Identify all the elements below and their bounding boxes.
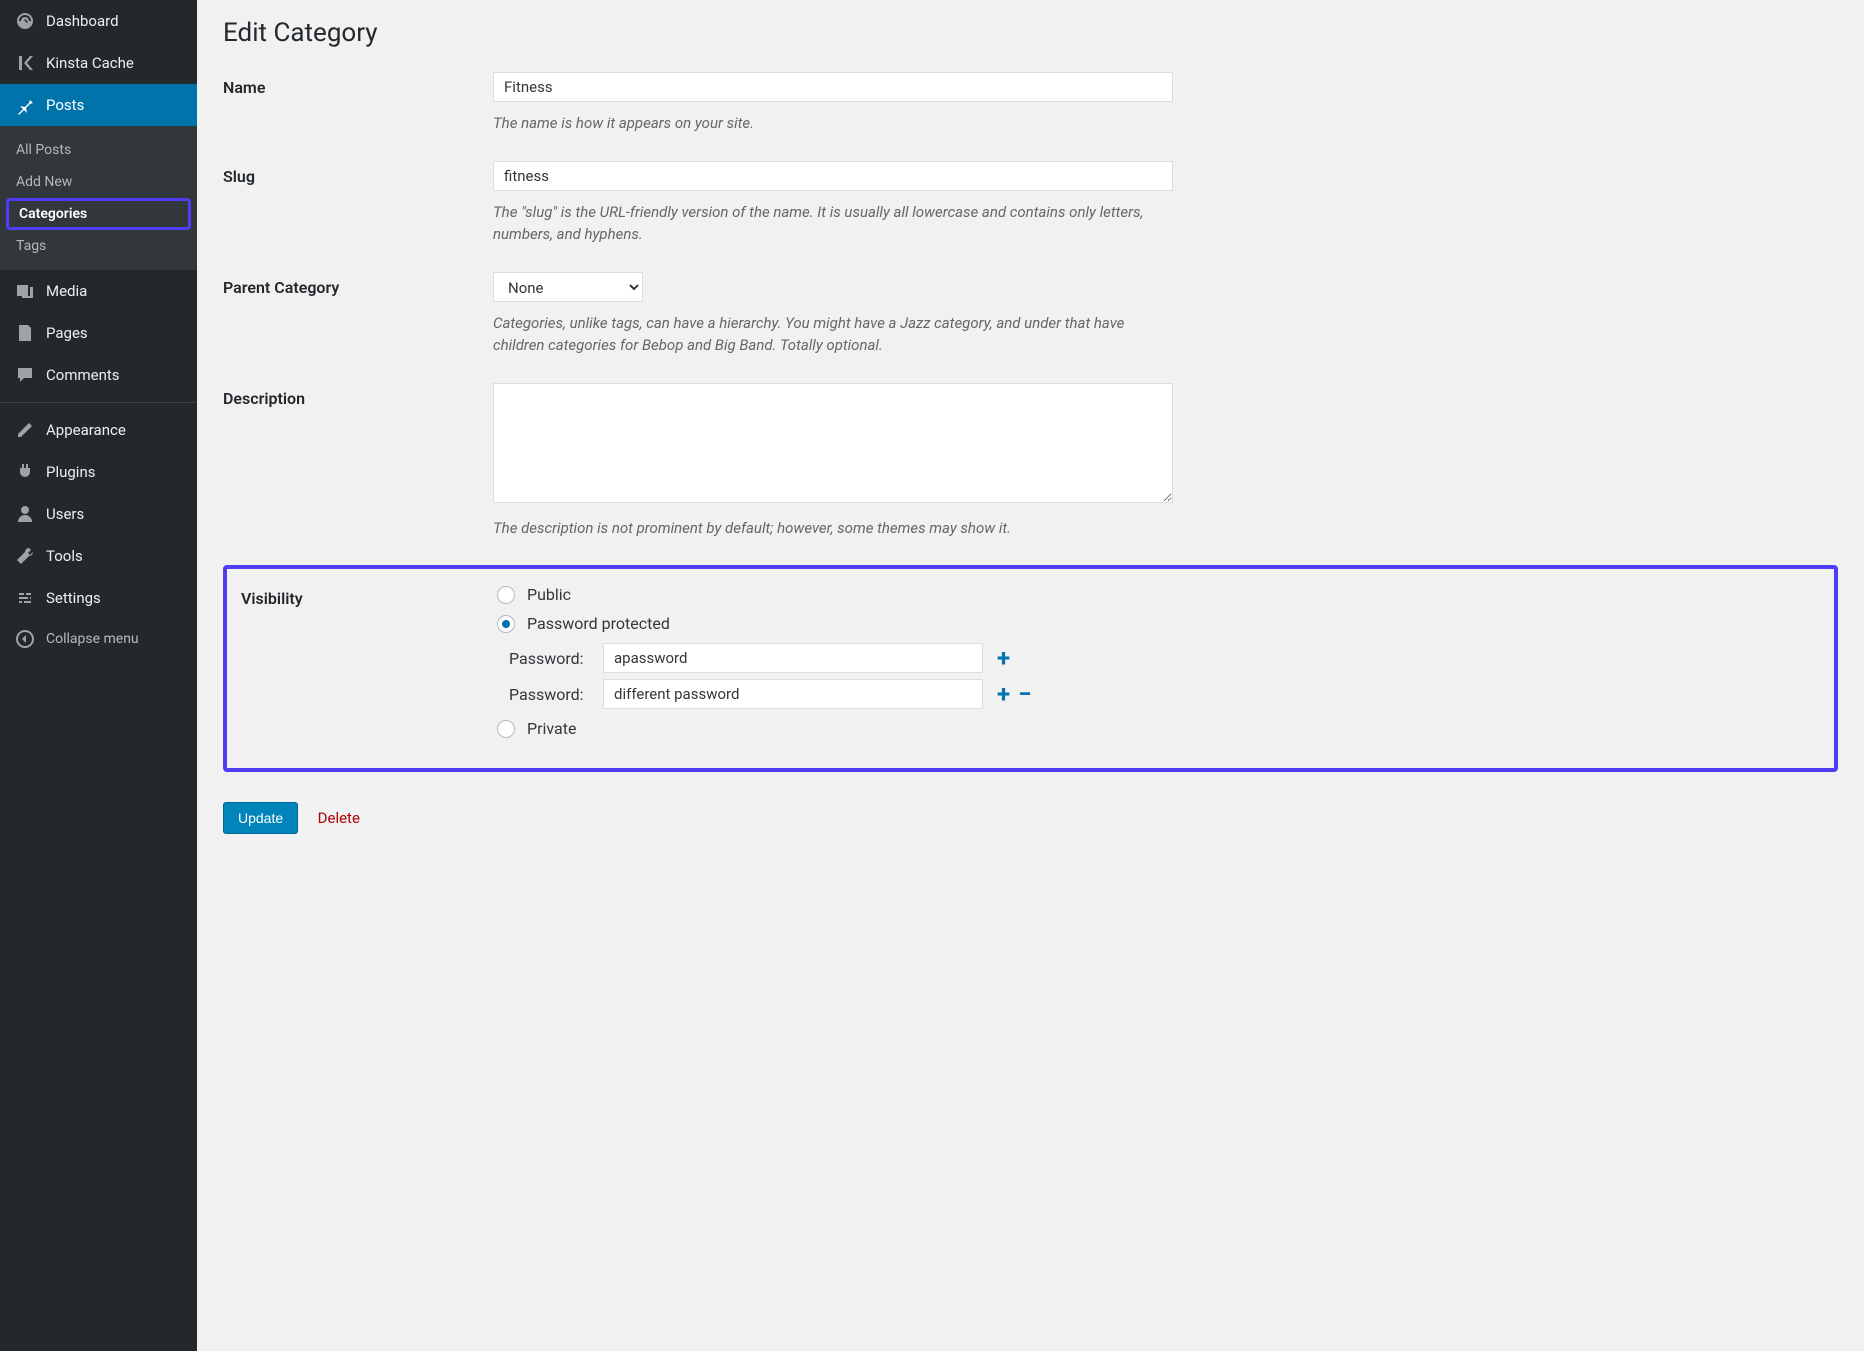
- radio-private[interactable]: [497, 720, 515, 738]
- sidebar-item-appearance[interactable]: Appearance: [0, 409, 197, 451]
- sidebar-label: Tools: [46, 547, 83, 565]
- sidebar-label: Media: [46, 282, 87, 300]
- sidebar-item-dashboard[interactable]: Dashboard: [0, 0, 197, 42]
- visibility-public[interactable]: Public: [497, 585, 1824, 604]
- sidebar-item-media[interactable]: Media: [0, 270, 197, 312]
- description-textarea[interactable]: [493, 383, 1173, 503]
- media-icon: [14, 280, 36, 302]
- public-label: Public: [527, 585, 571, 604]
- parent-help: Categories, unlike tags, can have a hier…: [493, 312, 1173, 357]
- name-help: The name is how it appears on your site.: [493, 112, 1173, 135]
- sidebar-item-tools[interactable]: Tools: [0, 535, 197, 577]
- sidebar-label: Pages: [46, 324, 88, 342]
- name-label: Name: [223, 72, 493, 135]
- settings-icon: [14, 587, 36, 609]
- collapse-label: Collapse menu: [46, 631, 139, 647]
- form-actions: Update Delete: [223, 802, 1838, 834]
- sidebar-label: Dashboard: [46, 12, 119, 30]
- remove-password-icon[interactable]: −: [1018, 682, 1031, 706]
- visibility-private[interactable]: Private: [497, 719, 1824, 738]
- field-name: Name The name is how it appears on your …: [223, 72, 1838, 135]
- sidebar-label: Settings: [46, 589, 101, 607]
- sidebar-label: Plugins: [46, 463, 95, 481]
- update-button[interactable]: Update: [223, 802, 298, 834]
- delete-link[interactable]: Delete: [318, 809, 360, 827]
- parent-select[interactable]: None: [493, 272, 643, 302]
- sidebar-label: Kinsta Cache: [46, 54, 134, 72]
- name-input[interactable]: [493, 72, 1173, 102]
- separator: [0, 402, 197, 403]
- slug-input[interactable]: [493, 161, 1173, 191]
- sidebar-item-plugins[interactable]: Plugins: [0, 451, 197, 493]
- sub-all-posts[interactable]: All Posts: [0, 134, 197, 166]
- sidebar-label: Users: [46, 505, 84, 523]
- plugins-icon: [14, 461, 36, 483]
- sidebar-item-posts[interactable]: Posts: [0, 84, 197, 126]
- sidebar-label: Appearance: [46, 421, 126, 439]
- sub-tags[interactable]: Tags: [0, 230, 197, 262]
- password-row-2: Password: + −: [509, 679, 1824, 709]
- appearance-icon: [14, 419, 36, 441]
- sidebar-item-users[interactable]: Users: [0, 493, 197, 535]
- pw-label-2: Password:: [509, 685, 595, 704]
- collapse-icon: [14, 629, 36, 649]
- collapse-menu[interactable]: Collapse menu: [0, 619, 197, 659]
- sidebar-label: Posts: [46, 96, 84, 114]
- field-description: Description The description is not promi…: [223, 383, 1838, 540]
- posts-submenu: All Posts Add New Categories Tags: [0, 126, 197, 270]
- description-label: Description: [223, 383, 493, 540]
- description-help: The description is not prominent by defa…: [493, 517, 1173, 540]
- sidebar-item-comments[interactable]: Comments: [0, 354, 197, 396]
- visibility-section: Visibility Public Password protected Pas…: [223, 565, 1838, 772]
- sidebar-item-settings[interactable]: Settings: [0, 577, 197, 619]
- admin-sidebar: Dashboard Kinsta Cache Posts All Posts A…: [0, 0, 197, 1351]
- page-title: Edit Category: [223, 18, 1838, 48]
- kinsta-icon: [14, 52, 36, 74]
- sidebar-item-kinsta[interactable]: Kinsta Cache: [0, 42, 197, 84]
- password-input-2[interactable]: [603, 679, 983, 709]
- users-icon: [14, 503, 36, 525]
- password-row-1: Password: +: [509, 643, 1824, 673]
- radio-public[interactable]: [497, 586, 515, 604]
- add-password-icon[interactable]: +: [997, 646, 1010, 670]
- add-password-icon[interactable]: +: [997, 682, 1010, 706]
- main-content: Edit Category Name The name is how it ap…: [197, 0, 1864, 1351]
- slug-help: The "slug" is the URL-friendly version o…: [493, 201, 1173, 246]
- sub-add-new[interactable]: Add New: [0, 166, 197, 198]
- pushpin-icon: [14, 94, 36, 116]
- visibility-label: Visibility: [237, 585, 497, 748]
- slug-label: Slug: [223, 161, 493, 246]
- field-parent: Parent Category None Categories, unlike …: [223, 272, 1838, 357]
- sidebar-label: Comments: [46, 366, 120, 384]
- pw-label-1: Password:: [509, 649, 595, 668]
- visibility-protected[interactable]: Password protected: [497, 614, 1824, 633]
- radio-protected[interactable]: [497, 615, 515, 633]
- protected-label: Password protected: [527, 614, 670, 633]
- comments-icon: [14, 364, 36, 386]
- parent-label: Parent Category: [223, 272, 493, 357]
- field-slug: Slug The "slug" is the URL-friendly vers…: [223, 161, 1838, 246]
- sub-categories[interactable]: Categories: [6, 198, 191, 230]
- private-label: Private: [527, 719, 576, 738]
- sidebar-item-pages[interactable]: Pages: [0, 312, 197, 354]
- dashboard-icon: [14, 10, 36, 32]
- pages-icon: [14, 322, 36, 344]
- tools-icon: [14, 545, 36, 567]
- password-input-1[interactable]: [603, 643, 983, 673]
